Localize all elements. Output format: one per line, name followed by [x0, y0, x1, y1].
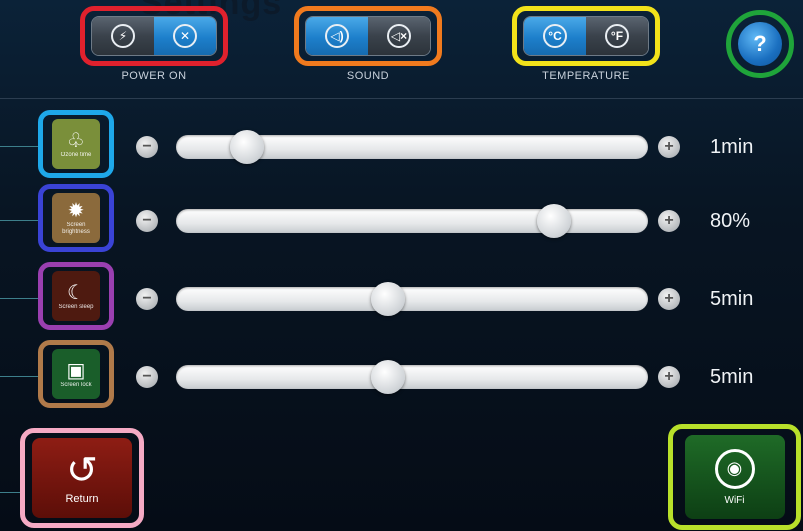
setting-caption: Screen sleep	[58, 303, 94, 310]
connector-line	[0, 220, 38, 221]
power-highlight: ⚡ ✕	[80, 6, 228, 66]
slider-track[interactable]	[176, 130, 648, 164]
power-segmented-control: ⚡ ✕	[91, 16, 217, 56]
setting-icon-highlight: ▣ Screen lock	[38, 340, 114, 408]
slider-thumb[interactable]	[537, 204, 571, 238]
increase-button[interactable]: +	[658, 288, 680, 310]
decrease-button[interactable]: −	[136, 288, 158, 310]
help-button[interactable]: ?	[738, 22, 782, 66]
minus-icon: −	[142, 290, 152, 307]
sound-label: SOUND	[346, 70, 390, 82]
setting-icon-tile[interactable]: ☾ Screen sleep	[52, 271, 100, 321]
header-divider	[0, 98, 803, 99]
setting-icon-tile[interactable]: ✹ Screen brightness	[52, 193, 100, 243]
decrease-button[interactable]: −	[136, 366, 158, 388]
sound-segmented-control: ◁) ◁×	[305, 16, 431, 56]
sound-toggle-group: ◁) ◁× SOUND	[294, 6, 442, 82]
temperature-highlight: °C °F	[512, 6, 660, 66]
slider-thumb[interactable]	[371, 282, 405, 316]
power-off-button[interactable]: ✕	[154, 17, 216, 55]
connector-line	[0, 146, 38, 147]
slider-thumb[interactable]	[371, 360, 405, 394]
lock-icon: ▣	[66, 359, 86, 382]
slider-thumb[interactable]	[230, 130, 264, 164]
power-toggle-group: ⚡ ✕ POWER ON	[80, 6, 228, 82]
sound-mute-button[interactable]: ◁×	[368, 17, 430, 55]
setting-icon-highlight: ✹ Screen brightness	[38, 184, 114, 252]
minus-icon: −	[142, 212, 152, 229]
wifi-highlight: ◉ WiFi	[668, 424, 801, 530]
setting-icon-highlight: ☾ Screen sleep	[38, 262, 114, 330]
minus-icon: −	[142, 368, 152, 385]
help-highlight: ?	[726, 10, 794, 78]
top-bar: ⚡ ✕ POWER ON ◁) ◁× SOUND °C °F TEMPERATU…	[0, 0, 803, 96]
setting-caption: Ozone time	[60, 151, 92, 158]
return-connector-line	[0, 492, 20, 493]
sound-on-button[interactable]: ◁)	[306, 17, 368, 55]
wifi-button[interactable]: ◉ WiFi	[684, 435, 785, 519]
setting-row-screen-sleep: ☾ Screen sleep − + 5min	[0, 256, 803, 332]
sound-highlight: ◁) ◁×	[294, 6, 442, 66]
decrease-button[interactable]: −	[136, 136, 158, 158]
plus-icon: +	[664, 368, 674, 385]
increase-button[interactable]: +	[658, 210, 680, 232]
minus-icon: −	[142, 138, 152, 155]
fahrenheit-button[interactable]: °F	[586, 17, 648, 55]
wifi-label: WiFi	[724, 494, 745, 506]
moon-icon: ☾	[67, 281, 85, 304]
setting-row-screen-lock: ▣ Screen lock − + 5min	[0, 334, 803, 410]
setting-icon-tile[interactable]: ▣ Screen lock	[52, 349, 100, 399]
power-bolt-button[interactable]: ⚡	[92, 17, 154, 55]
temperature-label: TEMPERATURE	[542, 70, 630, 82]
power-label: POWER ON	[121, 70, 187, 82]
power-off-icon: ✕	[173, 24, 197, 48]
ozone-tree-icon: ♧	[67, 129, 85, 152]
setting-caption: Screen lock	[60, 381, 92, 388]
increase-button[interactable]: +	[658, 366, 680, 388]
fahrenheit-icon: °F	[605, 24, 629, 48]
setting-row-ozone-time: ♧ Ozone time − + 1min	[0, 104, 803, 180]
speaker-on-icon: ◁)	[325, 24, 349, 48]
return-button[interactable]: ↺ Return	[32, 438, 132, 518]
celsius-icon: °C	[543, 24, 567, 48]
setting-icon-highlight: ♧ Ozone time	[38, 110, 114, 178]
setting-value: 80%	[710, 210, 751, 232]
increase-button[interactable]: +	[658, 136, 680, 158]
power-bolt-icon: ⚡	[111, 24, 135, 48]
temperature-segmented-control: °C °F	[523, 16, 649, 56]
slider-track[interactable]	[176, 282, 648, 316]
return-arrow-icon: ↺	[66, 450, 98, 492]
temperature-toggle-group: °C °F TEMPERATURE	[512, 6, 660, 82]
setting-value: 5min	[710, 366, 754, 388]
setting-caption: Screen brightness	[62, 222, 90, 235]
celsius-button[interactable]: °C	[524, 17, 586, 55]
plus-icon: +	[664, 290, 674, 307]
return-highlight: ↺ Return	[20, 428, 144, 528]
connector-line	[0, 298, 38, 299]
return-label: Return	[65, 493, 99, 505]
speaker-mute-icon: ◁×	[387, 24, 411, 48]
decrease-button[interactable]: −	[136, 210, 158, 232]
slider-track[interactable]	[176, 204, 648, 238]
setting-icon-tile[interactable]: ♧ Ozone time	[52, 119, 100, 169]
connector-line	[0, 376, 38, 377]
setting-row-screen-brightness: ✹ Screen brightness − + 80%	[0, 178, 803, 254]
plus-icon: +	[664, 212, 674, 229]
slider-track[interactable]	[176, 360, 648, 394]
bulb-icon: ✹	[67, 200, 85, 222]
wifi-icon: ◉	[714, 448, 755, 489]
setting-value: 5min	[710, 288, 754, 310]
question-icon: ?	[753, 31, 767, 56]
setting-value: 1min	[710, 136, 754, 158]
plus-icon: +	[664, 138, 674, 155]
